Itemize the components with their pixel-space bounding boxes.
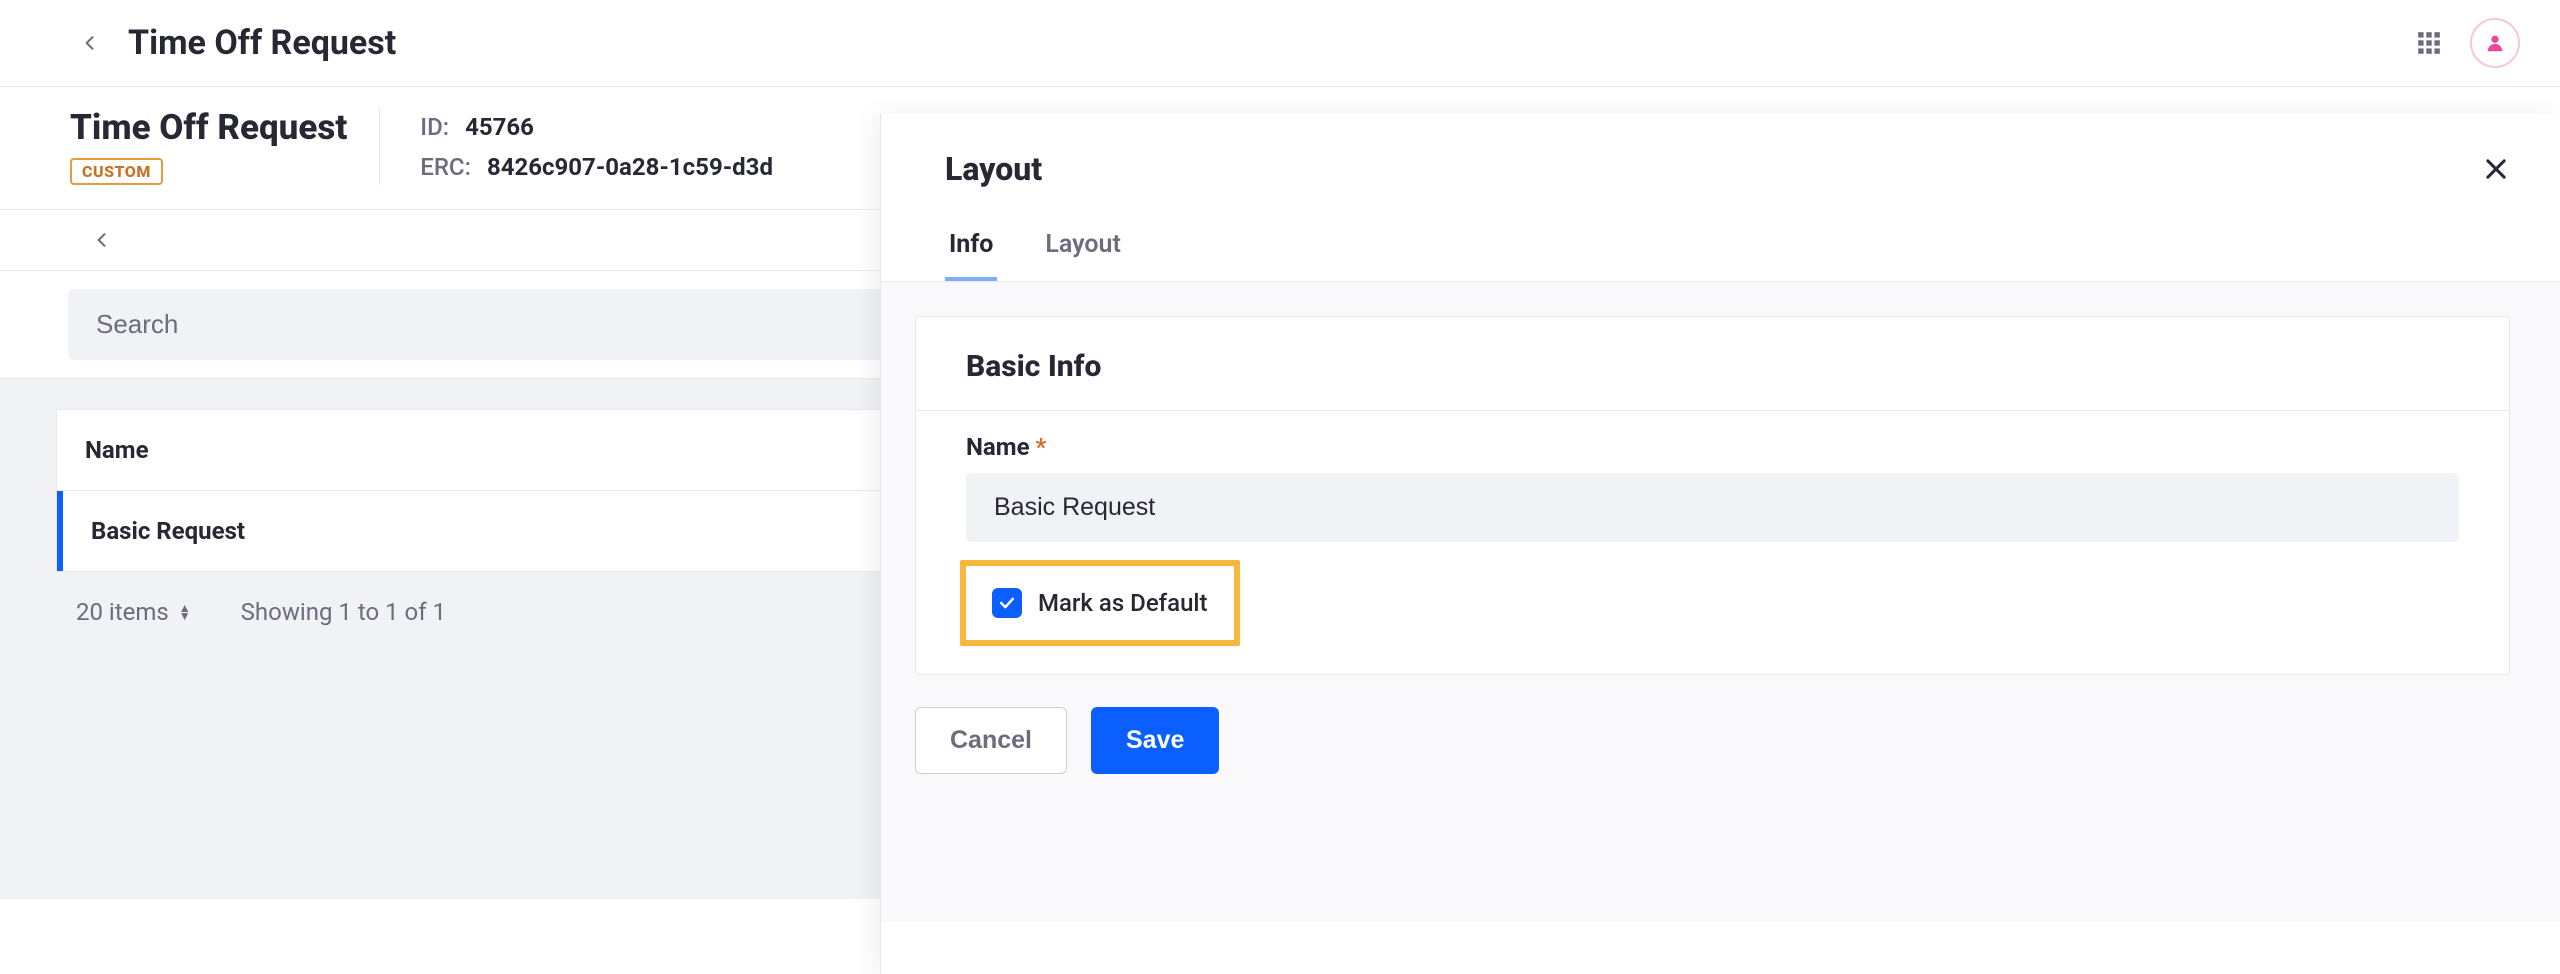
subbar-back-icon[interactable] (92, 230, 112, 250)
close-icon[interactable] (2482, 155, 2510, 183)
custom-badge: CUSTOM (70, 158, 163, 185)
items-per-page[interactable]: 20 items ▲▼ (76, 598, 191, 626)
items-text: 20 items (76, 598, 169, 626)
panel-body: Basic Info Name * Mark as Default (881, 282, 2560, 922)
panel-title: Layout (945, 150, 1042, 188)
default-checkbox-row: Mark as Default (992, 588, 1208, 618)
side-panel: Layout Info Layout Basic Info Name * (880, 114, 2560, 974)
meta-erc: ERC: 8426c907-0a28-1c59-d3d (420, 153, 773, 181)
avatar[interactable] (2470, 18, 2520, 68)
object-title: Time Off Request (70, 107, 347, 148)
section-body: Name * Mark as Default (916, 411, 2509, 674)
topbar: Time Off Request (0, 0, 2560, 87)
back-icon[interactable] (80, 33, 100, 53)
name-label-row: Name * (966, 433, 2459, 461)
tab-info[interactable]: Info (945, 216, 997, 281)
cancel-button[interactable]: Cancel (915, 707, 1067, 774)
object-meta: ID: 45766 ERC: 8426c907-0a28-1c59-d3d (420, 107, 773, 181)
sort-icon: ▲▼ (179, 604, 191, 620)
name-label: Name (966, 433, 1030, 461)
required-star: * (1036, 433, 1047, 461)
object-header-left: Time Off Request CUSTOM (70, 107, 380, 185)
tab-layout[interactable]: Layout (1041, 216, 1125, 281)
section-title: Basic Info (916, 317, 2509, 411)
id-label: ID: (420, 113, 449, 141)
showing-text: Showing 1 to 1 of 1 (241, 598, 446, 626)
save-button[interactable]: Save (1091, 707, 1219, 774)
meta-id: ID: 45766 (420, 113, 773, 141)
erc-label: ERC: (420, 153, 471, 181)
basic-info-card: Basic Info Name * Mark as Default (915, 316, 2510, 675)
default-label: Mark as Default (1038, 589, 1208, 617)
panel-actions: Cancel Save (915, 707, 2510, 774)
panel-tabs: Info Layout (881, 216, 2560, 282)
topbar-right (2416, 18, 2520, 68)
apps-icon[interactable] (2416, 30, 2442, 56)
highlighted-default: Mark as Default (960, 560, 1240, 646)
name-field[interactable] (966, 473, 2459, 542)
id-value: 45766 (465, 113, 534, 141)
default-checkbox[interactable] (992, 588, 1022, 618)
topbar-left: Time Off Request (80, 23, 396, 63)
row-name: Basic Request (91, 517, 245, 545)
page-title: Time Off Request (128, 23, 396, 63)
check-icon (997, 593, 1017, 613)
erc-value: 8426c907-0a28-1c59-d3d (487, 153, 773, 181)
panel-header: Layout (881, 114, 2560, 216)
